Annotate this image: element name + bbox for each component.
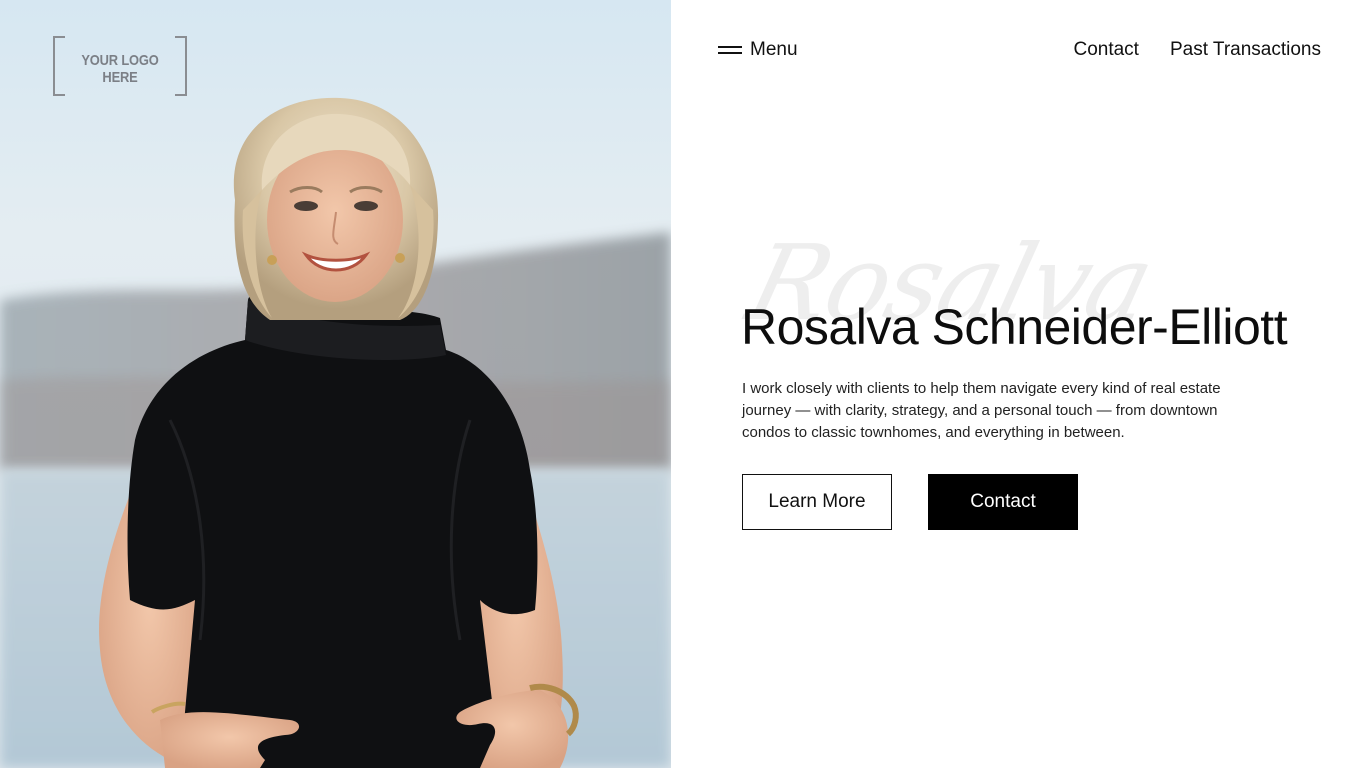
nav-link-past-transactions[interactable]: Past Transactions xyxy=(1170,39,1321,61)
menu-label: Menu xyxy=(750,39,798,60)
learn-more-button[interactable]: Learn More xyxy=(742,474,892,530)
top-navigation: Contact Past Transactions xyxy=(1073,36,1321,64)
logo-text: YOUR LOGO HERE xyxy=(81,52,159,86)
contact-button[interactable]: Contact xyxy=(928,474,1078,530)
agent-portrait-image xyxy=(0,0,671,768)
agent-description: I work closely with clients to help them… xyxy=(742,380,1221,441)
nav-link-contact[interactable]: Contact xyxy=(1073,39,1138,61)
hero-photo: YOUR LOGO HERE xyxy=(0,0,671,768)
brand-logo[interactable]: YOUR LOGO HERE xyxy=(53,36,187,96)
menu-button[interactable]: Menu xyxy=(718,36,798,64)
agent-name-heading: Rosalva Schneider-Elliott xyxy=(741,299,1288,355)
hamburger-icon xyxy=(718,45,742,55)
landing-page: YOUR LOGO HERE Menu Contact Past Transac… xyxy=(0,0,1366,768)
